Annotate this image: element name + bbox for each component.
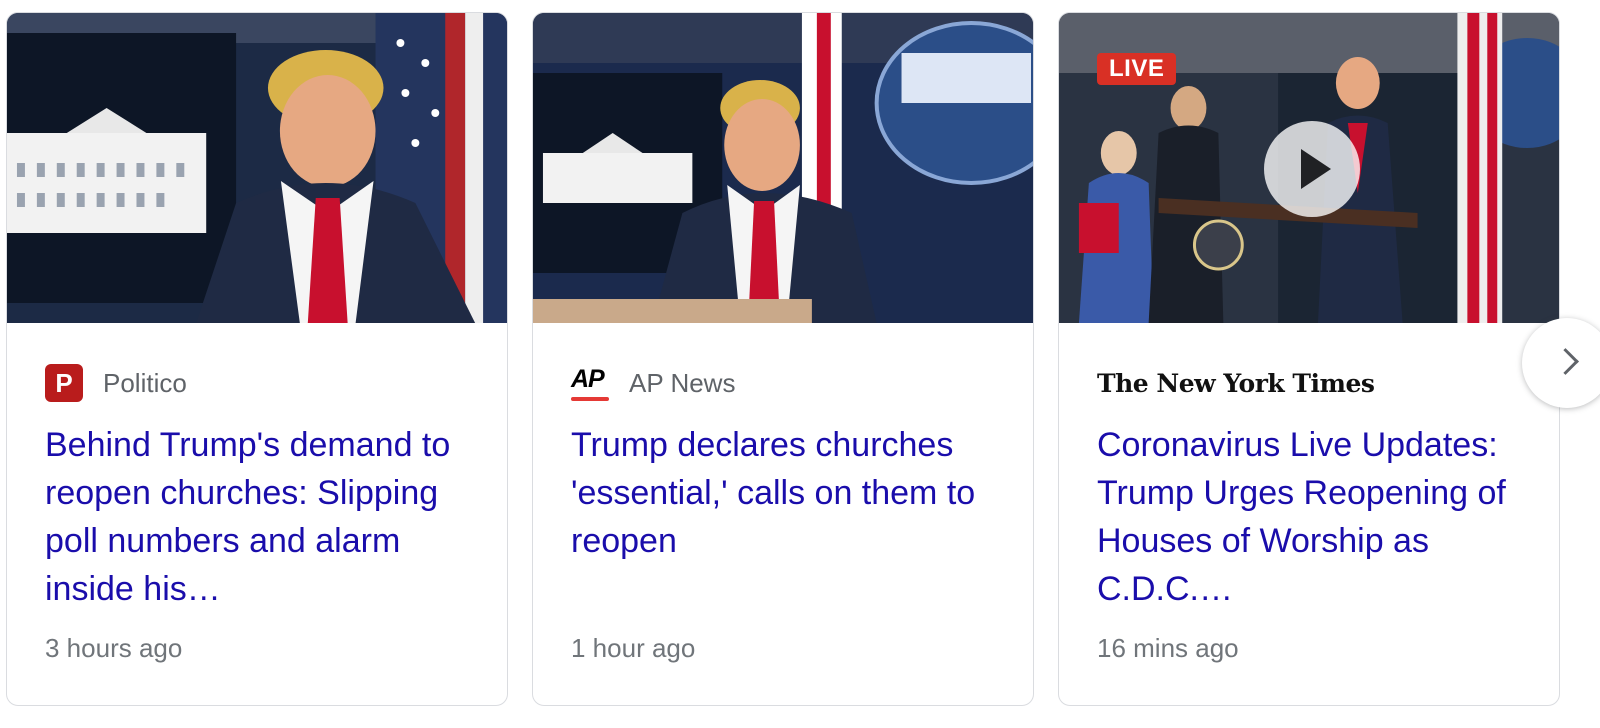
news-thumbnail[interactable] — [7, 13, 507, 323]
ap-logo-icon: AP — [571, 363, 611, 403]
nyt-logo-icon: The New York Times — [1097, 368, 1375, 398]
news-thumbnail[interactable] — [533, 13, 1033, 323]
news-thumbnail[interactable]: LIVE — [1059, 13, 1559, 323]
news-card-politico[interactable]: P Politico Behind Trump's demand to reop… — [6, 12, 508, 706]
news-carousel: P Politico Behind Trump's demand to reop… — [0, 0, 1600, 728]
politico-logo-icon: P — [45, 364, 83, 402]
thumbnail-image — [533, 13, 1033, 323]
headline-link[interactable]: Behind Trump's demand to reopen churches… — [45, 421, 475, 613]
news-source: P Politico — [45, 363, 187, 403]
headline-link[interactable]: Trump declares churches 'essential,' cal… — [571, 421, 1001, 565]
news-card-ap[interactable]: AP AP News Trump declares churches 'esse… — [532, 12, 1034, 706]
play-icon[interactable] — [1264, 121, 1360, 217]
timestamp: 3 hours ago — [45, 633, 183, 663]
live-badge: LIVE — [1097, 53, 1177, 85]
source-name: AP News — [629, 367, 736, 398]
source-name: Politico — [103, 367, 187, 398]
timestamp: 1 hour ago — [571, 633, 696, 663]
timestamp: 16 mins ago — [1097, 633, 1239, 663]
news-source: AP AP News — [571, 363, 735, 403]
thumbnail-image — [7, 13, 507, 323]
news-card-nyt[interactable]: LIVE The New York Times Coronavirus Live… — [1058, 12, 1560, 706]
headline-link[interactable]: Coronavirus Live Updates: Trump Urges Re… — [1097, 421, 1527, 613]
chevron-right-icon — [1552, 348, 1579, 375]
news-source: The New York Times — [1097, 363, 1375, 403]
